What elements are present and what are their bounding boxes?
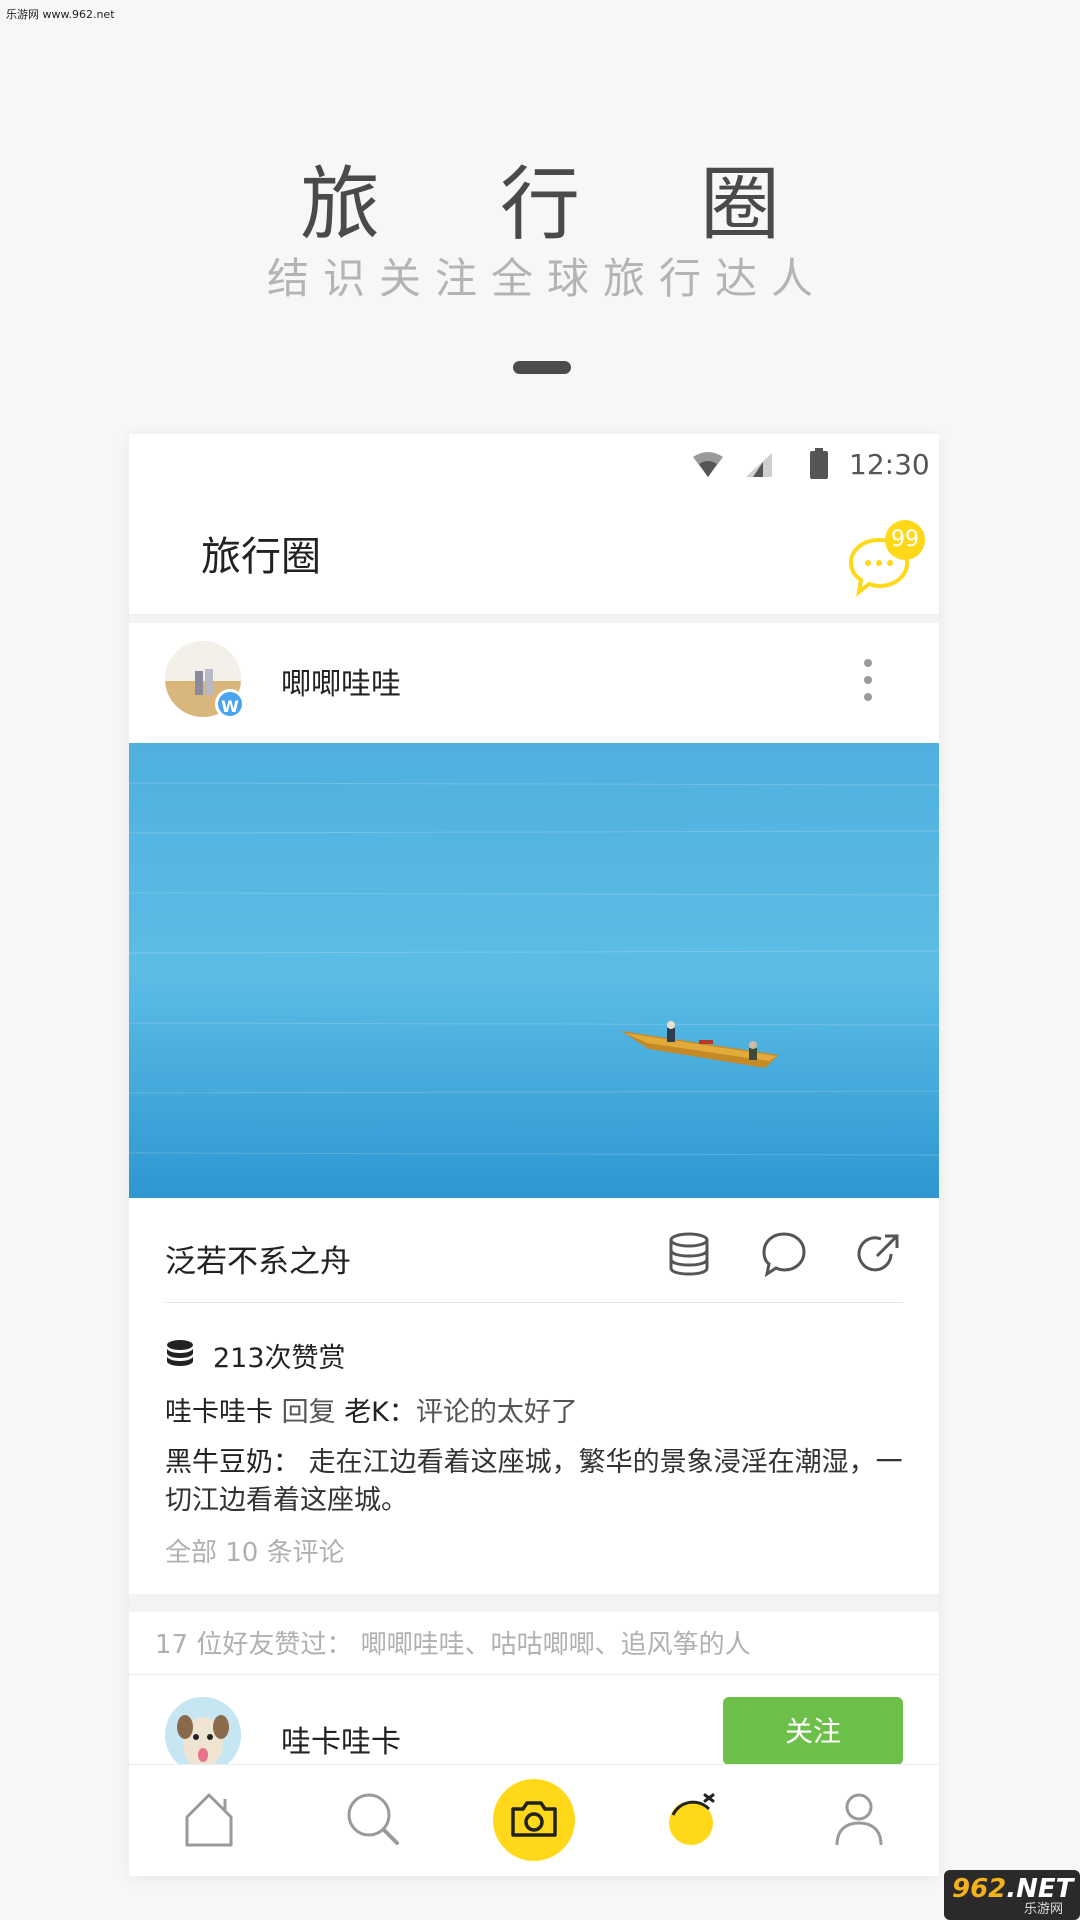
wifi-icon bbox=[693, 452, 723, 477]
watermark-cn: 乐游网 bbox=[1024, 1902, 1064, 1917]
message-badge: 99 bbox=[885, 520, 925, 560]
follow-button[interactable]: 关注 bbox=[723, 1697, 903, 1765]
verified-badge: W bbox=[215, 689, 245, 719]
home-icon[interactable] bbox=[177, 1787, 241, 1851]
discover-icon[interactable] bbox=[661, 1787, 725, 1851]
friends-liked-count: 17 位好友赞过： bbox=[155, 1630, 353, 1660]
comment-reply-to[interactable]: 老K： bbox=[344, 1397, 416, 1428]
app-title: 旅行圈 bbox=[201, 534, 321, 580]
app-bar: 旅行圈 99 bbox=[129, 496, 939, 615]
post-photo[interactable] bbox=[129, 743, 939, 1198]
watermark-logo: 962.NET 乐游网 bbox=[944, 1870, 1080, 1920]
more-icon[interactable] bbox=[863, 659, 873, 703]
comment-item[interactable]: 黑牛豆奶： 走在江边看着这座城，繁华的景象浸淫在潮湿，一切江边看着这座城。 bbox=[165, 1444, 905, 1520]
friends-liked-names[interactable]: 唧唧哇哇、咕咕唧唧、追风筝的人 bbox=[361, 1630, 751, 1660]
post-header: W 唧唧哇哇 bbox=[129, 623, 939, 743]
phone-screen: 12:30 旅行圈 99 W 唧唧哇哇 泛若不系之舟 213次赞赏 哇卡哇卡 回… bbox=[129, 434, 939, 1876]
status-time: 12:30 bbox=[849, 448, 930, 481]
hero-subtitle: 结识关注全球旅行达人 bbox=[266, 254, 827, 303]
status-bar: 12:30 bbox=[129, 434, 939, 496]
comment-reply-word: 回复 bbox=[281, 1397, 336, 1428]
avatar-image bbox=[165, 1697, 241, 1773]
comment-author[interactable]: 哇卡哇卡 bbox=[165, 1397, 273, 1428]
avatar[interactable] bbox=[165, 1697, 241, 1773]
profile-icon[interactable] bbox=[827, 1787, 891, 1851]
bottom-tab-bar bbox=[129, 1764, 939, 1876]
friends-liked-row: 17 位好友赞过： 唧唧哇哇、咕咕唧唧、追风筝的人 bbox=[129, 1612, 939, 1675]
separator bbox=[129, 1594, 939, 1612]
likes-count: 213次赞赏 bbox=[213, 1343, 346, 1374]
divider bbox=[165, 1302, 903, 1303]
comment-text: 评论的太好了 bbox=[415, 1397, 578, 1428]
post-caption-row: 泛若不系之舟 bbox=[129, 1198, 939, 1314]
separator bbox=[129, 615, 939, 623]
camera-button[interactable] bbox=[493, 1779, 575, 1861]
share-icon[interactable] bbox=[855, 1230, 903, 1278]
camera-icon bbox=[511, 1801, 557, 1837]
hero-title: 旅行圈 bbox=[300, 158, 900, 251]
watermark-top: 乐游网 www.962.net bbox=[6, 8, 115, 21]
coin-icon bbox=[167, 1340, 193, 1366]
post-caption: 泛若不系之舟 bbox=[165, 1244, 351, 1280]
battery-icon bbox=[810, 448, 828, 479]
comment-item[interactable]: 哇卡哇卡 回复 老K：评论的太好了 bbox=[165, 1390, 578, 1429]
suggested-username[interactable]: 哇卡哇卡 bbox=[281, 1717, 401, 1761]
post-username[interactable]: 唧唧哇哇 bbox=[281, 659, 401, 703]
search-icon[interactable] bbox=[341, 1787, 405, 1851]
collect-icon[interactable] bbox=[665, 1230, 713, 1278]
messages-button[interactable]: 99 bbox=[847, 520, 927, 600]
hero-divider bbox=[513, 361, 571, 374]
signal-icon bbox=[746, 453, 772, 477]
friends-liked-text: 17 位好友赞过： 唧唧哇哇、咕咕唧唧、追风筝的人 bbox=[155, 1624, 751, 1661]
comment-icon[interactable] bbox=[760, 1230, 808, 1278]
comment-author[interactable]: 黑牛豆奶： bbox=[165, 1447, 300, 1478]
all-comments-link[interactable]: 全部 10 条评论 bbox=[165, 1532, 345, 1569]
